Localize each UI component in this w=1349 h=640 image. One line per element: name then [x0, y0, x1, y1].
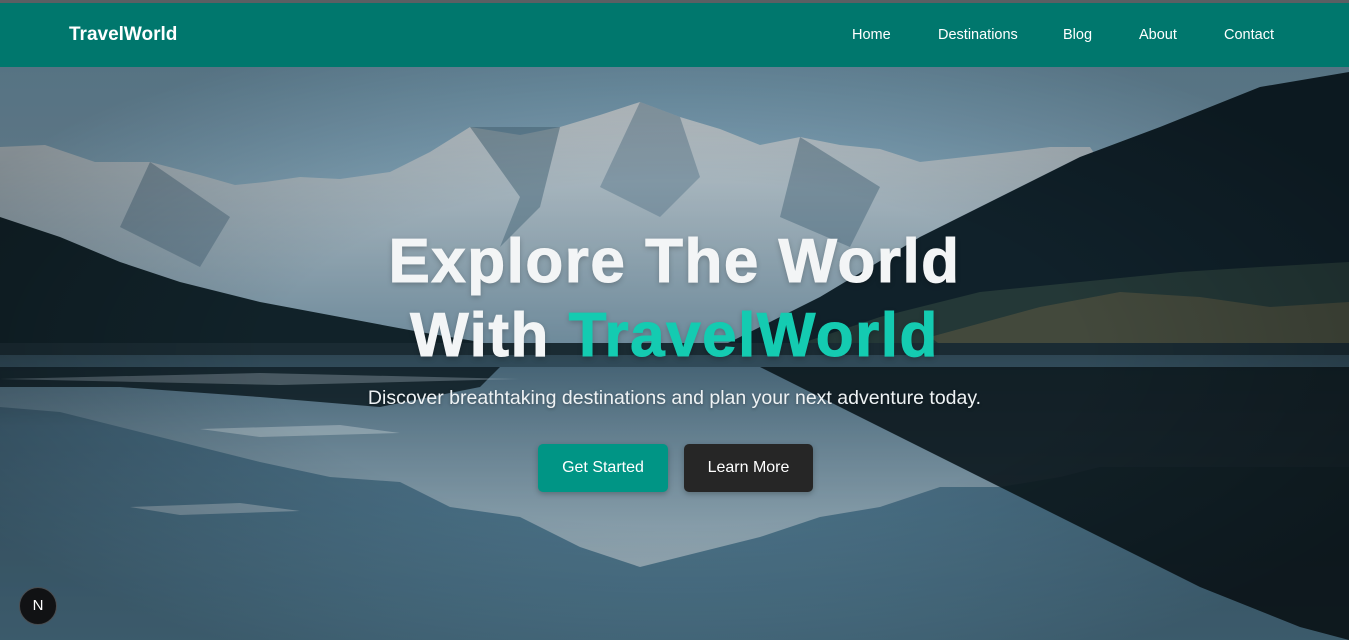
hero-section: Explore The World With TravelWorld Disco… [0, 67, 1349, 640]
brand-logo[interactable]: TravelWorld [69, 24, 177, 46]
nav-link-home[interactable]: Home [852, 27, 891, 44]
hero-headline-line1: Explore The World [388, 227, 961, 297]
hero-subtitle: Discover breathtaking destinations and p… [367, 387, 982, 409]
nav-link-about[interactable]: About [1139, 27, 1177, 44]
nav-link-destinations[interactable]: Destinations [938, 27, 1018, 44]
learn-more-button[interactable]: Learn More [684, 444, 813, 492]
nav-link-contact[interactable]: Contact [1224, 27, 1274, 44]
window-top-border [0, 0, 1349, 3]
page: TravelWorld Home Destinations Blog About… [0, 0, 1349, 640]
hero-headline-accent: TravelWorld [568, 301, 939, 371]
hero-headline: Explore The World With TravelWorld [0, 225, 1349, 373]
nextjs-logo-icon[interactable]: N [19, 587, 57, 625]
get-started-button[interactable]: Get Started [538, 444, 668, 492]
hero-headline-prefix: With [410, 301, 569, 371]
hero-content: Explore The World With TravelWorld Disco… [0, 67, 1349, 640]
navbar: TravelWorld Home Destinations Blog About… [0, 3, 1349, 67]
nav-link-blog[interactable]: Blog [1063, 27, 1092, 44]
